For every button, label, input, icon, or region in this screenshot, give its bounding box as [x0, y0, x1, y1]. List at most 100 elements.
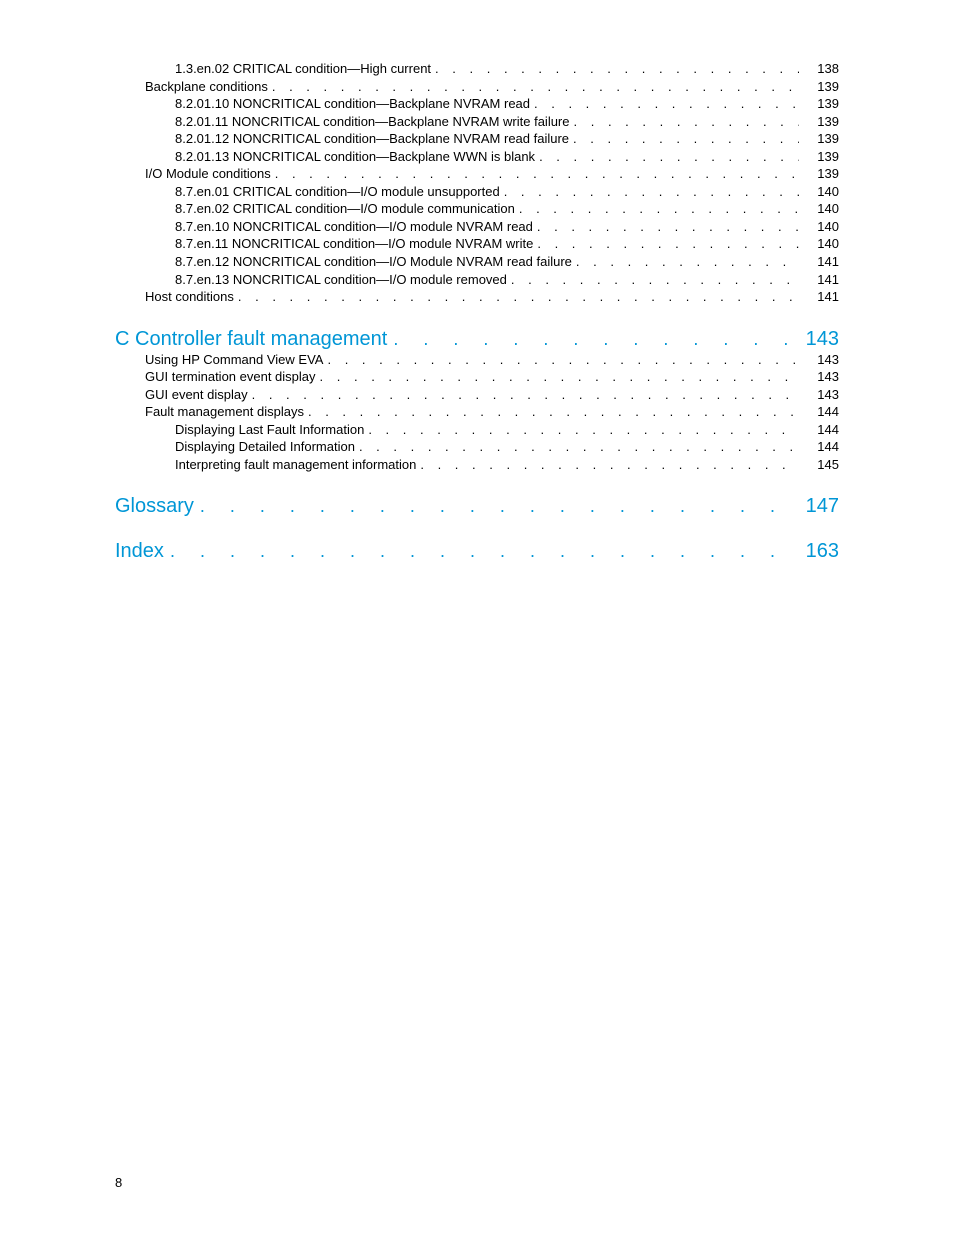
leader-dots: . . . . . . . . . . . . . . . . . . . . … [431, 60, 799, 78]
toc-entry-label: 8.7.en.01 CRITICAL condition—I/O module … [175, 183, 500, 201]
toc-section-page: 143 [799, 328, 839, 351]
toc-entry-page: 143 [799, 351, 839, 369]
toc-entry-page: 143 [799, 368, 839, 386]
toc-entry-label: Displaying Detailed Information [175, 438, 355, 456]
leader-dots: . . . . . . . . . . . . . . . . . . . . … [569, 130, 799, 148]
toc-entry[interactable]: 8.7.en.11 NONCRITICAL condition—I/O modu… [115, 235, 839, 253]
leader-dots: . . . . . . . . . . . . . . . . . . . . … [572, 253, 799, 271]
toc-section-heading[interactable]: Glossary . . . . . . . . . . . . . . . .… [115, 495, 839, 518]
leader-dots: . . . . . . . . . . . . . . . . . . . . … [271, 165, 799, 183]
toc-entry[interactable]: 8.2.01.10 NONCRITICAL condition—Backplan… [115, 95, 839, 113]
toc-entry-page: 144 [799, 438, 839, 456]
leader-dots: . . . . . . . . . . . . . . . . . . . . … [234, 288, 799, 306]
footer-page-number: 8 [115, 1175, 122, 1190]
toc-entry-page: 141 [799, 271, 839, 289]
toc-entry-page: 139 [799, 165, 839, 183]
toc-entry-label: Interpreting fault management informatio… [175, 456, 416, 474]
toc-entry-page: 139 [799, 113, 839, 131]
toc-entry-page: 140 [799, 235, 839, 253]
toc-entry-page: 139 [799, 148, 839, 166]
toc-section-heading[interactable]: Index . . . . . . . . . . . . . . . . . … [115, 540, 839, 563]
toc-block: 1.3.en.02 CRITICAL condition—High curren… [115, 60, 839, 306]
toc-block: Index . . . . . . . . . . . . . . . . . … [115, 540, 839, 563]
toc-entry-label: 8.2.01.13 NONCRITICAL condition—Backplan… [175, 148, 535, 166]
toc-entry-page: 139 [799, 130, 839, 148]
leader-dots: . . . . . . . . . . . . . . . . . . . . … [194, 496, 799, 517]
toc-entry-page: 139 [799, 78, 839, 96]
toc-entry[interactable]: Displaying Last Fault Information . . . … [115, 421, 839, 439]
toc-entry-page: 144 [799, 403, 839, 421]
leader-dots: . . . . . . . . . . . . . . . . . . . . … [533, 218, 799, 236]
toc-entry-page: 143 [799, 386, 839, 404]
toc-entry[interactable]: 8.2.01.11 NONCRITICAL condition—Backplan… [115, 113, 839, 131]
toc-section-page: 163 [799, 540, 839, 563]
toc-entry-page: 139 [799, 95, 839, 113]
toc-entry-page: 145 [799, 456, 839, 474]
toc-entry-label: I/O Module conditions [145, 165, 271, 183]
toc-entry[interactable]: 8.7.en.10 NONCRITICAL condition—I/O modu… [115, 218, 839, 236]
leader-dots: . . . . . . . . . . . . . . . . . . . . … [164, 541, 799, 562]
toc-page: 1.3.en.02 CRITICAL condition—High curren… [0, 0, 954, 563]
toc-entry[interactable]: 8.7.en.13 NONCRITICAL condition—I/O modu… [115, 271, 839, 289]
toc-section-label: C Controller fault management [115, 328, 387, 351]
toc-entry-label: 8.2.01.11 NONCRITICAL condition—Backplan… [175, 113, 570, 131]
toc-entry[interactable]: Backplane conditions . . . . . . . . . .… [115, 78, 839, 96]
leader-dots: . . . . . . . . . . . . . . . . . . . . … [355, 438, 799, 456]
toc-entry[interactable]: Fault management displays . . . . . . . … [115, 403, 839, 421]
toc-entry-label: Using HP Command View EVA [145, 351, 323, 369]
leader-dots: . . . . . . . . . . . . . . . . . . . . … [248, 386, 799, 404]
leader-dots: . . . . . . . . . . . . . . . . . . . . … [416, 456, 799, 474]
toc-entry[interactable]: 8.2.01.13 NONCRITICAL condition—Backplan… [115, 148, 839, 166]
leader-dots: . . . . . . . . . . . . . . . . . . . . … [530, 95, 799, 113]
leader-dots: . . . . . . . . . . . . . . . . . . . . … [323, 351, 799, 369]
toc-section-label: Glossary [115, 495, 194, 518]
toc-entry[interactable]: GUI termination event display . . . . . … [115, 368, 839, 386]
leader-dots: . . . . . . . . . . . . . . . . . . . . … [364, 421, 799, 439]
toc-entry[interactable]: 8.7.en.12 NONCRITICAL condition—I/O Modu… [115, 253, 839, 271]
toc-entry-label: GUI event display [145, 386, 248, 404]
toc-entry[interactable]: Using HP Command View EVA . . . . . . . … [115, 351, 839, 369]
toc-entry-label: 1.3.en.02 CRITICAL condition—High curren… [175, 60, 431, 78]
toc-entry[interactable]: Displaying Detailed Information . . . . … [115, 438, 839, 456]
toc-entry[interactable]: I/O Module conditions . . . . . . . . . … [115, 165, 839, 183]
toc-entry-label: 8.7.en.10 NONCRITICAL condition—I/O modu… [175, 218, 533, 236]
leader-dots: . . . . . . . . . . . . . . . . . . . . … [316, 368, 799, 386]
toc-entry-label: 8.7.en.13 NONCRITICAL condition—I/O modu… [175, 271, 507, 289]
toc-entry-page: 141 [799, 253, 839, 271]
toc-entry-label: 8.7.en.11 NONCRITICAL condition—I/O modu… [175, 235, 533, 253]
toc-entry-label: 8.2.01.10 NONCRITICAL condition—Backplan… [175, 95, 530, 113]
leader-dots: . . . . . . . . . . . . . . . . . . . . … [535, 148, 799, 166]
toc-section-label: Index [115, 540, 164, 563]
leader-dots: . . . . . . . . . . . . . . . . . . . . … [500, 183, 799, 201]
table-of-contents: 1.3.en.02 CRITICAL condition—High curren… [115, 60, 839, 563]
toc-entry[interactable]: GUI event display . . . . . . . . . . . … [115, 386, 839, 404]
toc-entry-page: 140 [799, 183, 839, 201]
toc-section-heading[interactable]: C Controller fault management . . . . . … [115, 328, 839, 351]
toc-entry-label: 8.7.en.02 CRITICAL condition—I/O module … [175, 200, 515, 218]
toc-entry-page: 144 [799, 421, 839, 439]
toc-entry-page: 140 [799, 200, 839, 218]
toc-entry-label: Displaying Last Fault Information [175, 421, 364, 439]
toc-entry-page: 140 [799, 218, 839, 236]
toc-entry[interactable]: Host conditions . . . . . . . . . . . . … [115, 288, 839, 306]
leader-dots: . . . . . . . . . . . . . . . . . . . . … [268, 78, 799, 96]
toc-entry[interactable]: 8.2.01.12 NONCRITICAL condition—Backplan… [115, 130, 839, 148]
toc-entry[interactable]: 1.3.en.02 CRITICAL condition—High curren… [115, 60, 839, 78]
leader-dots: . . . . . . . . . . . . . . . . . . . . … [507, 271, 799, 289]
toc-entry-label: 8.7.en.12 NONCRITICAL condition—I/O Modu… [175, 253, 572, 271]
toc-entry[interactable]: 8.7.en.01 CRITICAL condition—I/O module … [115, 183, 839, 201]
toc-section-page: 147 [799, 495, 839, 518]
toc-entry-label: Backplane conditions [145, 78, 268, 96]
leader-dots: . . . . . . . . . . . . . . . . . . . . … [304, 403, 799, 421]
toc-entry-label: GUI termination event display [145, 368, 316, 386]
toc-entry-page: 138 [799, 60, 839, 78]
toc-entry-page: 141 [799, 288, 839, 306]
leader-dots: . . . . . . . . . . . . . . . . . . . . … [387, 329, 799, 350]
toc-entry-label: 8.2.01.12 NONCRITICAL condition—Backplan… [175, 130, 569, 148]
toc-entry-label: Fault management displays [145, 403, 304, 421]
toc-block: Glossary . . . . . . . . . . . . . . . .… [115, 495, 839, 518]
toc-entry[interactable]: 8.7.en.02 CRITICAL condition—I/O module … [115, 200, 839, 218]
toc-entry[interactable]: Interpreting fault management informatio… [115, 456, 839, 474]
leader-dots: . . . . . . . . . . . . . . . . . . . . … [515, 200, 799, 218]
toc-entry-label: Host conditions [145, 288, 234, 306]
